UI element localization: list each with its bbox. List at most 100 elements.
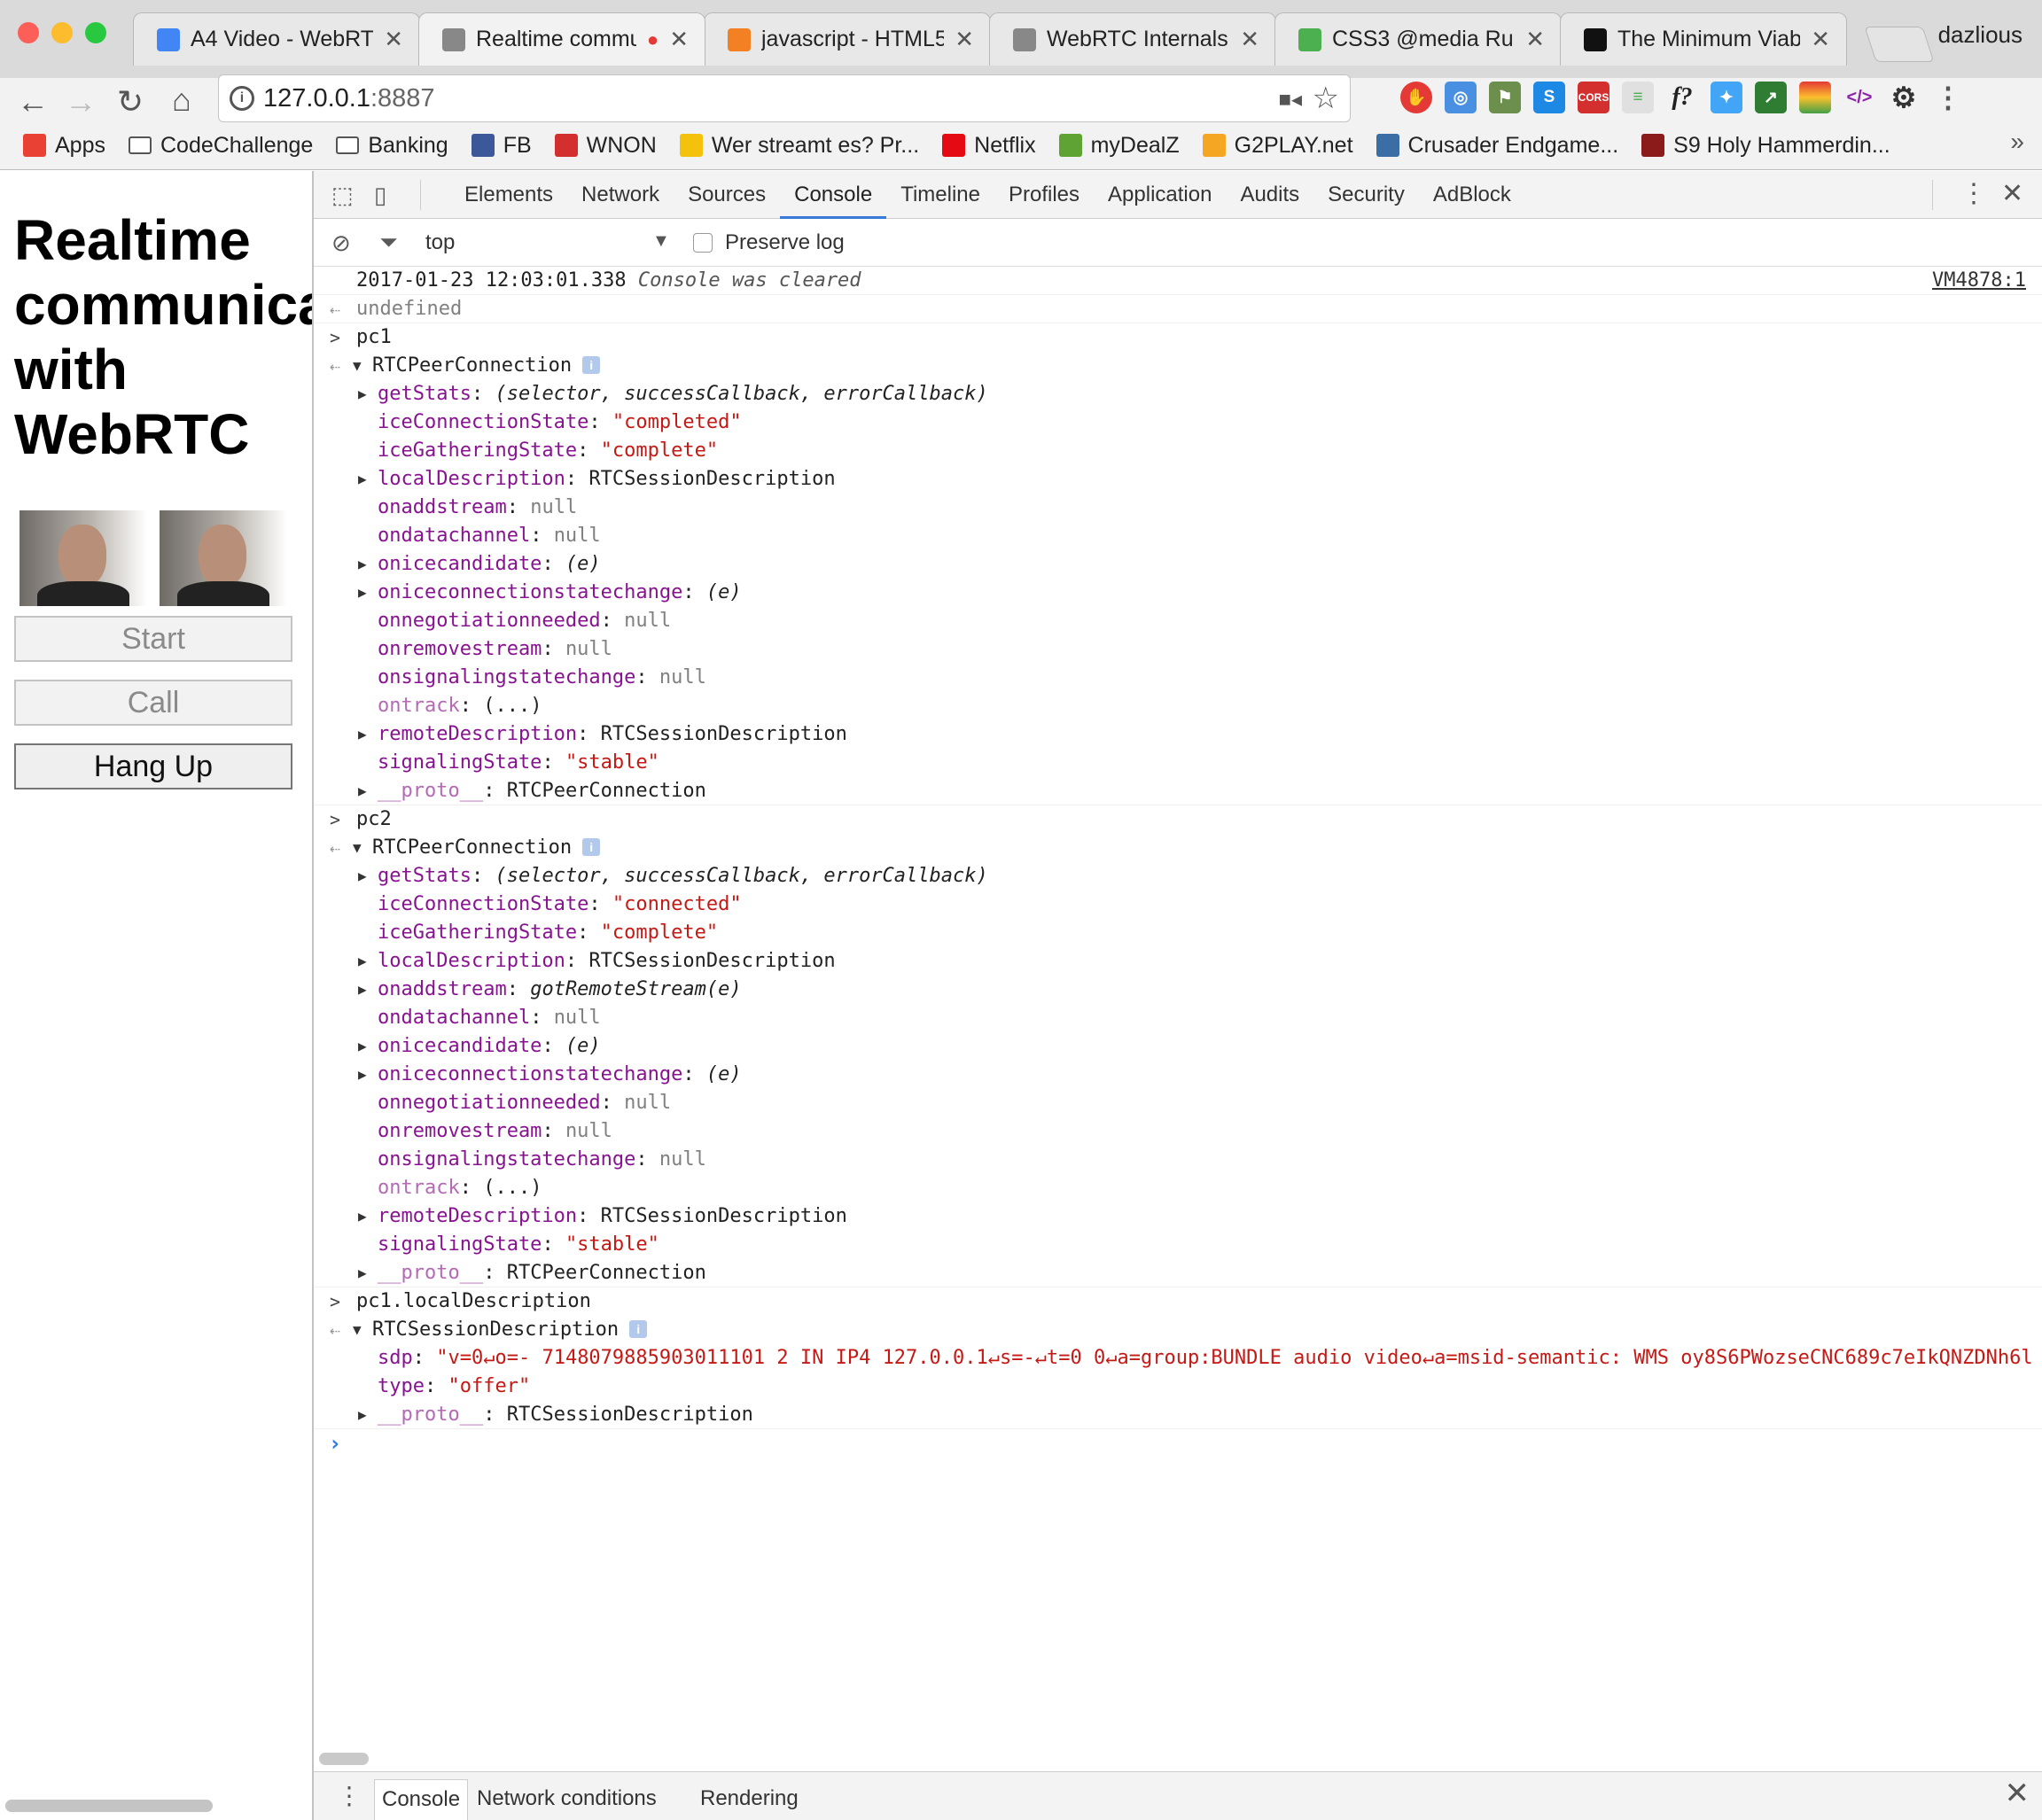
object-property[interactable]: ▶ getStats: (selector, successCallback, e… <box>358 380 988 408</box>
preserve-log-checkbox[interactable] <box>693 233 713 253</box>
browser-tab[interactable]: A4 Video - WebRTC ✕ <box>133 12 420 66</box>
minimize-window-button[interactable] <box>51 22 73 43</box>
address-bar[interactable]: i 127.0.0.1:8887 ■◂ ☆ <box>218 74 1351 122</box>
browser-tab[interactable]: CSS3 @media Rule ✕ <box>1274 12 1562 66</box>
object-property[interactable]: ▶ oniceconnectionstatechange: (e) <box>358 1061 742 1089</box>
tab-security[interactable]: Security <box>1313 171 1419 219</box>
code-icon[interactable]: </> <box>1843 82 1875 113</box>
collapsed-triangle-icon[interactable]: ▶ <box>358 1401 378 1428</box>
close-tab-icon[interactable]: ✕ <box>669 26 689 53</box>
call-button[interactable]: Call <box>14 680 292 726</box>
close-tab-icon[interactable]: ✕ <box>1240 26 1259 53</box>
camera-icon[interactable]: ■◂ <box>1278 87 1302 113</box>
collapsed-triangle-icon[interactable]: ▶ <box>358 1061 378 1089</box>
reload-icon[interactable]: ↻ <box>110 82 151 122</box>
expanded-triangle-icon[interactable]: ▼ <box>353 834 372 862</box>
object-property[interactable]: ▶ onicecandidate: (e) <box>358 1032 601 1061</box>
object-header[interactable]: ▼ RTCPeerConnection i <box>353 352 601 380</box>
devtools-menu-icon[interactable]: ⋮ <box>1960 178 1987 209</box>
bookmark-item[interactable]: Netflix <box>942 133 1036 159</box>
close-drawer-icon[interactable]: ✕ <box>2005 1776 2030 1811</box>
bookmark-item[interactable]: G2PLAY.net <box>1202 133 1353 159</box>
object-property[interactable]: ▶ onicecandidate: (e) <box>358 550 601 579</box>
tab-sources[interactable]: Sources <box>674 171 780 219</box>
close-tab-icon[interactable]: ✕ <box>1525 26 1545 53</box>
bookmark-item[interactable]: S9 Holy Hammerdin... <box>1641 133 1890 159</box>
bookmark-item[interactable]: Banking <box>336 133 448 159</box>
collapsed-triangle-icon[interactable]: ▶ <box>358 976 378 1004</box>
collapsed-triangle-icon[interactable]: ▶ <box>358 1032 378 1061</box>
object-property[interactable]: ▶ onaddstream: gotRemoteStream(e) <box>358 976 742 1004</box>
bookmark-item[interactable]: Wer streamt es? Pr... <box>679 133 919 159</box>
chevron-down-icon[interactable]: ▼ <box>652 231 670 252</box>
info-icon[interactable]: i <box>230 86 254 111</box>
profile-name[interactable]: dazlious <box>1938 21 2023 49</box>
info-icon[interactable]: i <box>629 1320 648 1338</box>
tab-console[interactable]: Console <box>780 171 887 219</box>
notes-icon[interactable]: ≡ <box>1622 82 1654 113</box>
object-header[interactable]: ▼ RTCSessionDescription i <box>353 1316 648 1344</box>
drawer-menu-icon[interactable]: ⋮ <box>337 1781 362 1810</box>
collapsed-triangle-icon[interactable]: ▶ <box>358 947 378 976</box>
bookmark-item[interactable]: WNON <box>554 133 657 159</box>
info-icon[interactable]: i <box>582 356 601 374</box>
bookmark-item[interactable]: Crusader Endgame... <box>1376 133 1618 159</box>
network-icon[interactable]: ✦ <box>1711 82 1742 113</box>
tab-network[interactable]: Network <box>567 171 674 219</box>
bookmark-item[interactable]: Apps <box>23 133 105 159</box>
inspect-element-icon[interactable]: ⬚ <box>331 182 358 208</box>
tab-timeline[interactable]: Timeline <box>886 171 994 219</box>
drawer-tab-rendering[interactable]: Rendering <box>693 1779 806 1820</box>
extension-icon[interactable]: ⚑ <box>1489 82 1521 113</box>
browser-tab[interactable]: javascript - HTML5 ✕ <box>704 12 991 66</box>
context-selector[interactable]: top <box>425 230 455 255</box>
collapsed-triangle-icon[interactable]: ▶ <box>358 777 378 805</box>
chevron-right-icon[interactable]: » <box>2010 128 2024 156</box>
object-property[interactable]: ▶ getStats: (selector, successCallback, e… <box>358 862 988 891</box>
close-devtools-icon[interactable]: ✕ <box>2001 178 2023 209</box>
expanded-triangle-icon[interactable]: ▼ <box>353 352 372 380</box>
tab-elements[interactable]: Elements <box>450 171 567 219</box>
object-property[interactable]: ▶ localDescription: RTCSessionDescription <box>358 947 836 976</box>
new-tab-button[interactable] <box>1864 27 1935 62</box>
console-horizontal-scrollbar[interactable] <box>319 1753 369 1765</box>
color-picker-icon[interactable] <box>1799 82 1831 113</box>
clear-console-icon[interactable]: ⊘ <box>331 229 358 256</box>
drawer-tab-network-conditions[interactable]: Network conditions <box>470 1779 664 1820</box>
skype-icon[interactable]: S <box>1533 82 1565 113</box>
browser-tab[interactable]: Realtime communication ● ✕ <box>418 12 705 66</box>
close-window-button[interactable] <box>18 22 39 43</box>
bookmark-star-icon[interactable]: ☆ <box>1313 81 1339 116</box>
browser-tab[interactable]: The Minimum Viable ✕ <box>1560 12 1847 66</box>
adblock-icon[interactable]: ✋ <box>1400 82 1432 113</box>
bookmark-item[interactable]: myDealZ <box>1058 133 1180 159</box>
close-tab-icon[interactable]: ✕ <box>1811 26 1830 53</box>
close-tab-icon[interactable]: ✕ <box>955 26 974 53</box>
bookmark-item[interactable]: FB <box>471 133 532 159</box>
forward-arrow-icon[interactable]: → <box>60 82 101 122</box>
object-property[interactable]: ▶ remoteDescription: RTCSessionDescriptio… <box>358 720 847 749</box>
expanded-triangle-icon[interactable]: ▼ <box>353 1316 372 1344</box>
browser-tab[interactable]: WebRTC Internals ✕ <box>989 12 1276 66</box>
chart-extension-icon[interactable]: ↗ <box>1755 82 1787 113</box>
collapsed-triangle-icon[interactable]: ▶ <box>358 465 378 494</box>
collapsed-triangle-icon[interactable]: ▶ <box>358 1202 378 1231</box>
drawer-tab-console[interactable]: Console <box>374 1779 469 1820</box>
object-property[interactable]: ▶ __proto__: RTCSessionDescription <box>358 1401 753 1428</box>
collapsed-triangle-icon[interactable]: ▶ <box>358 380 378 408</box>
tab-profiles[interactable]: Profiles <box>994 171 1094 219</box>
font-finder-icon[interactable]: f? <box>1666 82 1698 113</box>
filter-icon[interactable]: ⏷ <box>379 229 406 255</box>
collapsed-triangle-icon[interactable]: ▶ <box>358 862 378 891</box>
tab-adblock[interactable]: AdBlock <box>1419 171 1525 219</box>
tab-audits[interactable]: Audits <box>1226 171 1313 219</box>
back-arrow-icon[interactable]: ← <box>12 82 53 122</box>
collapsed-triangle-icon[interactable]: ▶ <box>358 550 378 579</box>
bookmark-item[interactable]: CodeChallenge <box>128 133 313 159</box>
collapsed-triangle-icon[interactable]: ▶ <box>358 720 378 749</box>
hangup-button[interactable]: Hang Up <box>14 743 292 789</box>
source-link[interactable]: VM4878:1 <box>1932 267 2026 294</box>
url-text[interactable]: 127.0.0.1:8887 <box>263 84 435 113</box>
home-icon[interactable]: ⌂ <box>161 80 202 121</box>
object-property[interactable]: ▶ remoteDescription: RTCSessionDescriptio… <box>358 1202 847 1231</box>
